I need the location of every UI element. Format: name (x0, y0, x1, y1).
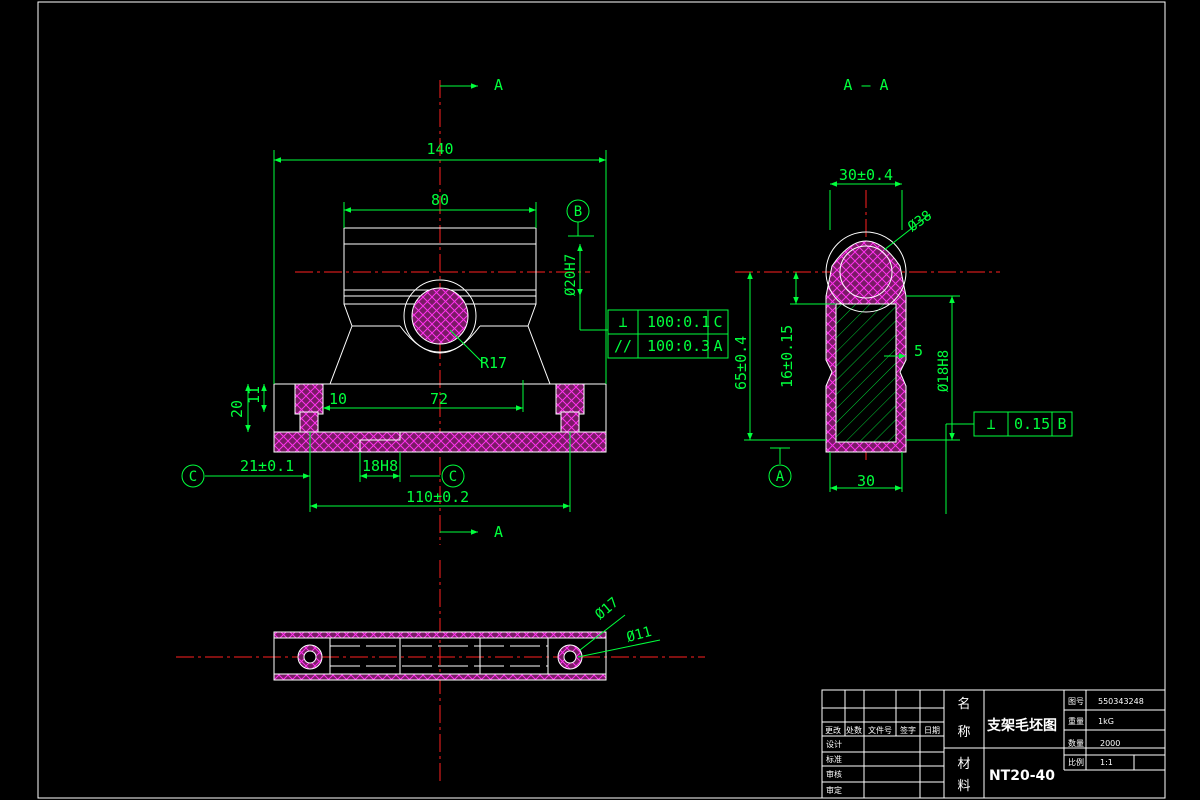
dim-hole-spacing: 110±0.2 (406, 488, 469, 506)
material-value: NT20-40 (989, 768, 1055, 784)
role-label-2: 标准 (826, 754, 842, 764)
dim-base-height: 20 (228, 400, 246, 418)
weight-label: 重量 (1068, 716, 1084, 726)
dim-radius: R17 (480, 354, 507, 372)
tol-2-datum: A (713, 337, 722, 355)
tol-1-value: 100:0.1 (647, 313, 710, 331)
dim-step-height: 11 (245, 386, 263, 404)
datum-b: B (574, 204, 582, 220)
dim-hole-pos: 21±0.1 (240, 457, 294, 475)
weight-value: 1kG (1098, 717, 1114, 726)
dim-offset: 10 (329, 390, 347, 408)
tol-2-value: 100:0.3 (647, 337, 710, 355)
section-mark-bottom: A (494, 523, 503, 541)
material-label-1: 材 (957, 757, 970, 772)
rev-header-5: 日期 (924, 726, 940, 735)
dim-slot: 18H8 (362, 457, 398, 475)
dim-side-top-dia: Ø38 (905, 208, 935, 236)
role-label-1: 设计 (826, 739, 842, 749)
material-label-2: 料 (957, 779, 970, 794)
dim-side-total-height: 65±0.4 (732, 336, 750, 390)
engineering-drawing: A A 140 80 Ø20H7 R17 20 11 10 72 21±0.1 … (37, 1, 1166, 799)
dim-side-gap: 5 (914, 342, 923, 360)
rev-header-3: 文件号 (868, 725, 892, 735)
dim-inner-span: 72 (430, 390, 448, 408)
drawing-no: 550343248 (1098, 697, 1144, 706)
datum-c-right: C (449, 469, 457, 485)
name-label-1: 名 (957, 696, 970, 712)
role-label-4: 审定 (826, 785, 842, 795)
quantity-label: 数量 (1068, 738, 1084, 748)
plan-view (176, 560, 705, 782)
datum-a: A (776, 469, 785, 485)
tol-1-datum: C (713, 313, 722, 331)
part-name: 支架毛坯图 (986, 717, 1057, 734)
tol-side-value: 0.15 (1014, 415, 1050, 433)
dim-bore: Ø20H7 (563, 254, 579, 296)
datum-c-left: C (189, 469, 197, 485)
dim-side-top-width: 30±0.4 (839, 166, 893, 184)
dim-side-mid-height: 16±0.15 (778, 325, 796, 388)
drawing-no-label: 图号 (1068, 697, 1084, 706)
dim-overall-width: 140 (426, 140, 453, 158)
dim-plan-dia-outer: Ø17 (592, 595, 622, 624)
dim-side-bottom-width: 30 (857, 472, 875, 490)
scale-value: 1:1 (1100, 758, 1113, 767)
tol-side-symbol: ⊥ (986, 415, 995, 433)
tol-2-symbol: // (614, 337, 632, 355)
rev-header-2: 处数 (846, 725, 862, 735)
role-label-3: 审核 (826, 769, 842, 779)
section-title: A — A (843, 76, 888, 94)
tol-1-symbol: ⊥ (618, 313, 627, 331)
rev-header-4: 签字 (900, 725, 916, 735)
quantity-value: 2000 (1100, 739, 1120, 748)
dim-side-lower-dia: Ø18H8 (936, 350, 952, 392)
name-label-2: 称 (957, 725, 970, 740)
dim-top-width: 80 (431, 191, 449, 209)
section-mark-top: A (494, 76, 503, 94)
scale-label: 比例 (1068, 757, 1084, 767)
rev-header-1: 更改 (825, 725, 841, 735)
tol-side-datum: B (1057, 415, 1066, 433)
